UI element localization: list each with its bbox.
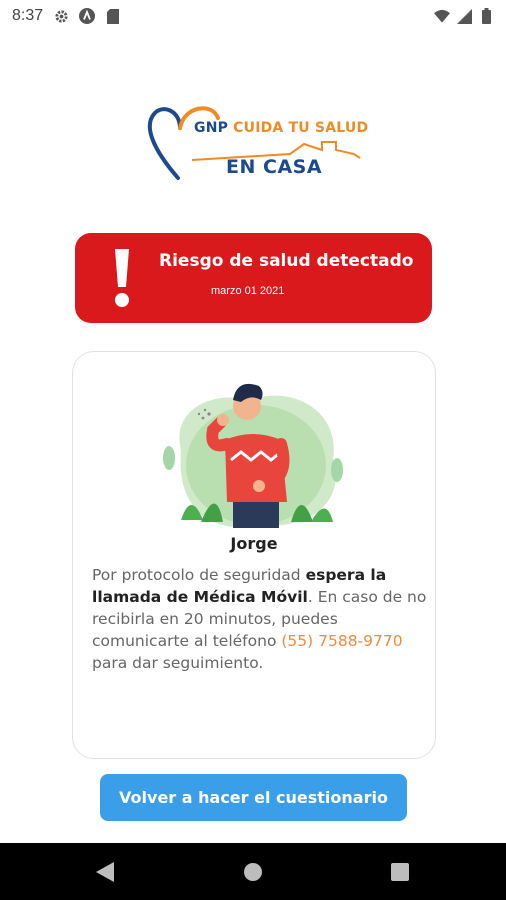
message-text-1: Por protocolo de seguridad — [92, 566, 306, 584]
exclamation-icon — [115, 249, 129, 307]
battery-icon — [478, 8, 494, 24]
alert-date: marzo 01 2021 — [211, 285, 285, 297]
a-circle-icon — [79, 8, 96, 24]
recents-icon[interactable] — [387, 859, 413, 885]
alert-title: Riesgo de salud detectado — [159, 251, 414, 271]
risk-alert-banner: Riesgo de salud detectado marzo 01 2021 — [75, 233, 432, 323]
logo-tagline: GNP CUIDA TU SALUD — [194, 120, 368, 136]
patient-card: Jorge Por protocolo de seguridad espera … — [72, 351, 436, 759]
sd-card-icon — [105, 8, 121, 24]
status-right — [434, 8, 494, 24]
phone-link[interactable]: (55) 7588-9770 — [281, 632, 402, 650]
gear-icon — [53, 8, 69, 24]
logo-subtitle: EN CASA — [226, 156, 323, 178]
retake-questionnaire-button[interactable]: Volver a hacer el cuestionario — [100, 774, 407, 821]
patient-name: Jorge — [230, 534, 278, 553]
signal-icon — [456, 8, 472, 24]
logo-cuida-text: CUIDA TU SALUD — [233, 120, 369, 136]
protocol-message: Por protocolo de seguridad espera la lla… — [92, 564, 432, 674]
coughing-person-illustration — [163, 383, 343, 528]
status-bar: 8:37 — [0, 0, 506, 32]
home-icon[interactable] — [240, 859, 266, 885]
logo-brand: GNP — [194, 120, 229, 136]
message-text-3: para dar seguimiento. — [92, 654, 264, 672]
back-icon[interactable] — [92, 859, 118, 885]
system-nav-bar — [0, 843, 506, 900]
status-time: 8:37 — [12, 7, 44, 24]
app-logo: GNP CUIDA TU SALUD EN CASA — [140, 96, 370, 188]
wifi-icon — [434, 8, 450, 24]
status-left: 8:37 — [12, 7, 121, 25]
